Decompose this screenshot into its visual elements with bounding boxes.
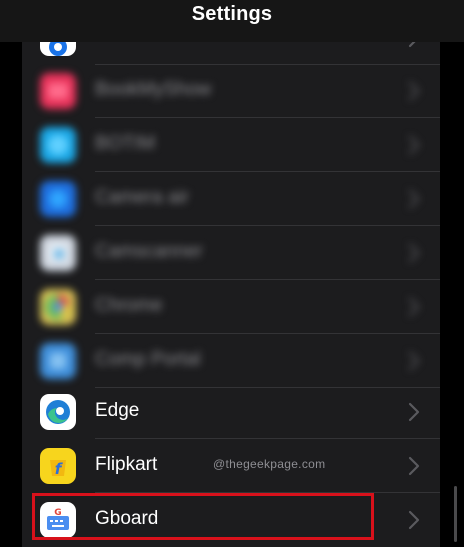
- comp-portal-icon: [40, 343, 76, 379]
- list-item-bookmyshow[interactable]: BookMyShow: [22, 64, 440, 118]
- list-item-label: Camera air: [95, 187, 189, 208]
- list-item-comp-portal[interactable]: Comp Portal: [22, 334, 440, 388]
- chrome-icon: [40, 289, 76, 325]
- chevron-right-icon: [408, 189, 420, 209]
- page-title: Settings: [191, 3, 273, 25]
- gboard-highlight-box: [32, 493, 374, 540]
- edge-icon: [40, 394, 76, 430]
- chevron-right-icon: [408, 135, 420, 155]
- camscanner-icon: [40, 235, 76, 271]
- left-gutter: [0, 0, 22, 547]
- list-item-camscanner[interactable]: Camscanner: [22, 226, 440, 280]
- list-item-edge[interactable]: Edge: [22, 385, 440, 439]
- list-item-camera-air[interactable]: Camera air: [22, 172, 440, 226]
- chevron-right-icon: [408, 510, 420, 530]
- chevron-right-icon: [408, 351, 420, 371]
- chevron-right-icon: [408, 297, 420, 317]
- camera-air-icon: [40, 181, 76, 217]
- list-item-label: BOTIM: [95, 133, 156, 154]
- list-item-label: Comp Portal: [95, 349, 201, 370]
- list-item-chrome[interactable]: Chrome: [22, 280, 440, 334]
- chevron-right-icon: [408, 81, 420, 101]
- bookmyshow-icon: [40, 73, 76, 109]
- navigation-bar: Settings: [0, 0, 464, 42]
- chevron-right-icon: [408, 243, 420, 263]
- botim-icon: [40, 127, 76, 163]
- chevron-right-icon: [408, 402, 420, 422]
- list-item-botim[interactable]: BOTIM: [22, 118, 440, 172]
- list-item-label: Chrome: [95, 295, 163, 316]
- list-item-label: Flipkart: [95, 454, 158, 475]
- chevron-right-icon: [408, 456, 420, 476]
- watermark: @thegeekpage.com: [213, 457, 326, 471]
- flipkart-icon: f: [40, 448, 76, 484]
- list-item-label: BookMyShow: [95, 79, 212, 100]
- scrollbar[interactable]: [454, 486, 457, 542]
- list-item-label: Edge: [95, 400, 140, 421]
- list-item-label: Camscanner: [95, 241, 203, 262]
